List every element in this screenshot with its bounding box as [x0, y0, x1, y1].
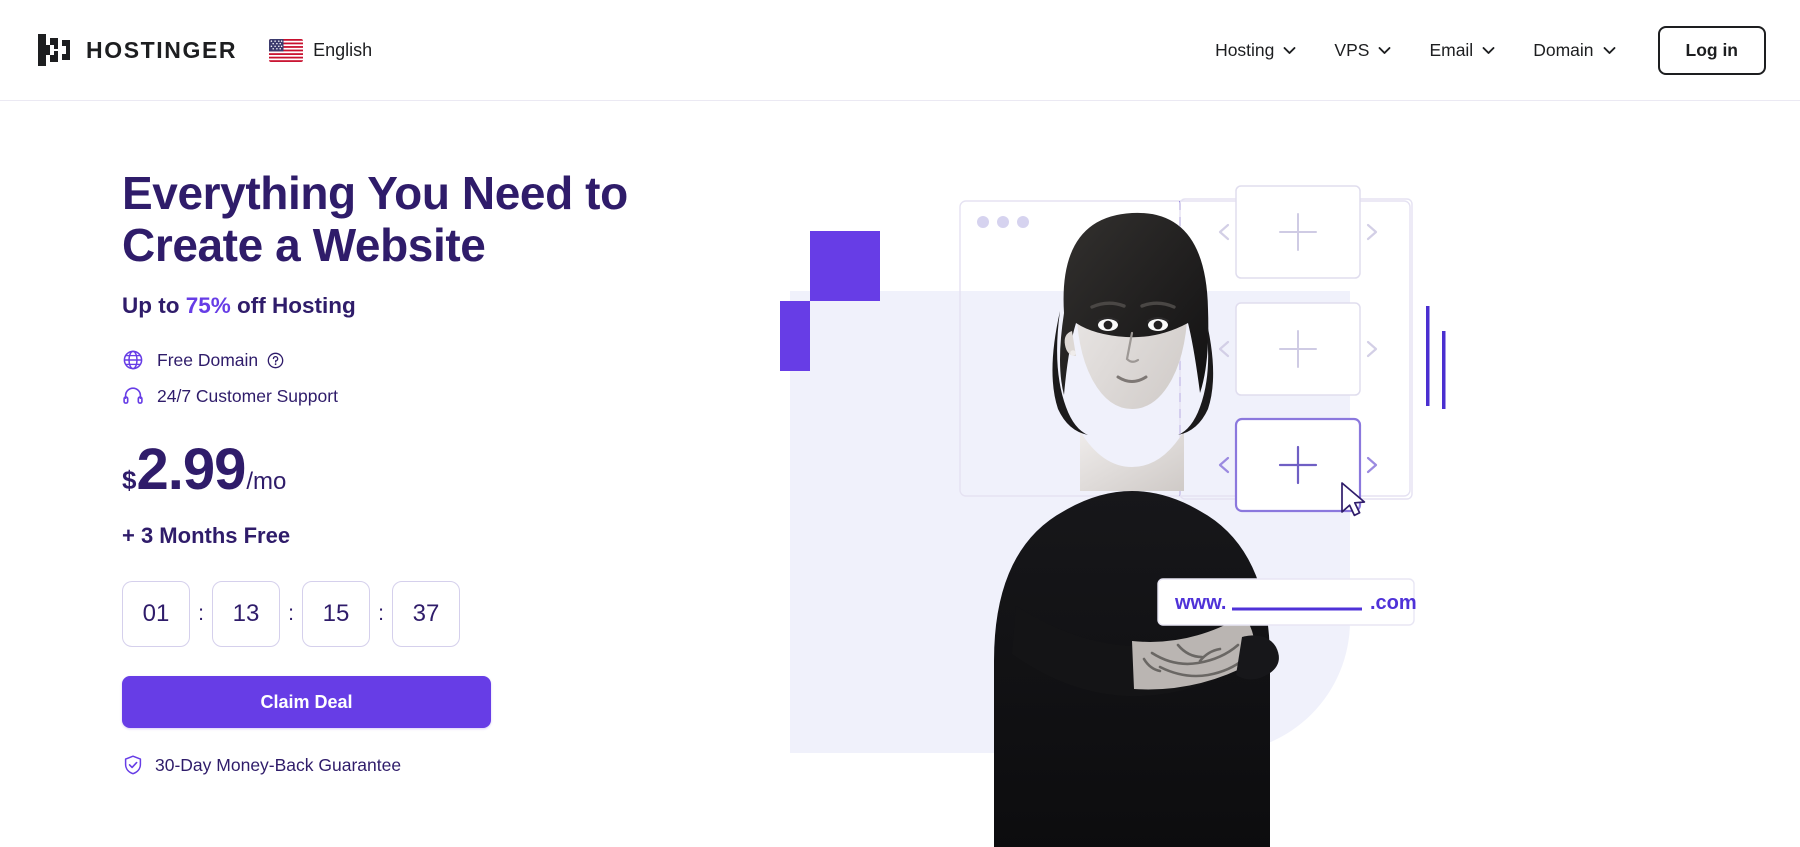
- brand-logo[interactable]: HOSTINGER: [35, 31, 237, 69]
- domain-prefix: www.: [1174, 592, 1226, 614]
- language-label: English: [313, 39, 373, 60]
- nav-item-hosting[interactable]: Hosting: [1201, 30, 1310, 71]
- chevron-right-icon: [1366, 223, 1378, 241]
- countdown-separator: :: [198, 602, 204, 626]
- feature-list: Free Domain 24/7 Customer Support: [122, 349, 742, 407]
- money-back-guarantee: 30-Day Money-Back Guarantee: [122, 754, 742, 776]
- purple-square-top: [810, 231, 880, 301]
- purple-accent-bar-right-1: [1426, 306, 1430, 406]
- countdown-separator: :: [288, 602, 294, 626]
- browser-dot: [1017, 216, 1029, 228]
- purple-accent-bar-right-2: [1442, 331, 1446, 409]
- brand-wordmark: HOSTINGER: [86, 36, 238, 63]
- hero-illustration: www. .com: [780, 101, 1800, 847]
- domain-suffix: .com: [1370, 592, 1417, 614]
- placeholder-card-2: [1218, 302, 1378, 396]
- countdown-unit-hours: 13: [212, 581, 280, 648]
- site-header: HOSTINGER English Hosting VPS Email Doma…: [0, 0, 1800, 101]
- countdown-unit-seconds: 37: [392, 581, 460, 648]
- globe-icon: [122, 349, 144, 371]
- domain-search-bar: www. .com: [1157, 578, 1417, 626]
- hostinger-h-logo-icon: [35, 31, 73, 69]
- headline-line-2: Create a Website: [122, 218, 486, 271]
- page-title: Everything You Need to Create a Website: [122, 167, 742, 271]
- price-currency: $: [122, 465, 137, 496]
- price-amount: 2.99: [136, 437, 246, 503]
- placeholder-card-1: [1218, 185, 1378, 279]
- chevron-right-icon: [1366, 340, 1378, 358]
- hostinger-landing-page: HOSTINGER English Hosting VPS Email Doma…: [0, 0, 1800, 847]
- subhead-suffix: off Hosting: [230, 293, 356, 319]
- discount-percent: 75%: [185, 293, 231, 319]
- chevron-down-icon: [1378, 46, 1391, 55]
- countdown-timer: 01 : 13 : 15 : 37: [122, 581, 742, 648]
- chevron-down-icon: [1283, 46, 1296, 55]
- chevron-down-icon: [1603, 46, 1616, 55]
- headset-icon: [122, 385, 144, 407]
- countdown-unit-minutes: 15: [302, 581, 370, 648]
- us-flag-icon: [269, 38, 304, 62]
- feature-free-domain: Free Domain: [122, 349, 742, 371]
- language-selector[interactable]: English: [269, 38, 373, 62]
- countdown-separator: :: [378, 602, 384, 626]
- countdown-unit-days: 01: [122, 581, 190, 648]
- hero-content: Everything You Need to Create a Website …: [122, 167, 742, 776]
- nav-label: Email: [1429, 39, 1474, 60]
- price-block: $ 2.99 /mo: [122, 441, 742, 499]
- nav-label: Hosting: [1215, 39, 1275, 60]
- nav-item-vps[interactable]: VPS: [1320, 30, 1405, 71]
- feature-label: 24/7 Customer Support: [157, 385, 338, 406]
- question-mark-circle-icon[interactable]: [258, 352, 284, 369]
- price-period: /mo: [246, 468, 287, 496]
- hero-subheadline: Up to 75% off Hosting: [122, 293, 742, 319]
- purple-square-bottom: [780, 301, 810, 371]
- nav-item-domain[interactable]: Domain: [1519, 30, 1629, 71]
- guarantee-label: 30-Day Money-Back Guarantee: [155, 754, 402, 775]
- nav-label: VPS: [1334, 39, 1370, 60]
- login-button[interactable]: Log in: [1657, 25, 1766, 75]
- shield-check-icon: [122, 754, 144, 776]
- nav-item-email[interactable]: Email: [1415, 30, 1509, 71]
- bonus-months-label: + 3 Months Free: [122, 523, 291, 549]
- headline-line-1: Everything You Need to: [122, 167, 628, 219]
- feature-customer-support: 24/7 Customer Support: [122, 385, 742, 407]
- browser-dot: [997, 216, 1009, 228]
- claim-deal-button[interactable]: Claim Deal: [122, 676, 491, 729]
- feature-label: Free Domain: [157, 349, 259, 370]
- chevron-down-icon: [1482, 46, 1495, 55]
- chevron-right-icon: [1366, 456, 1378, 474]
- browser-dot: [977, 216, 989, 228]
- chevron-left-icon: [1218, 223, 1230, 241]
- subhead-prefix: Up to: [122, 293, 186, 319]
- main-navigation: Hosting VPS Email Domain Log in: [1201, 25, 1766, 75]
- nav-label: Domain: [1533, 39, 1594, 60]
